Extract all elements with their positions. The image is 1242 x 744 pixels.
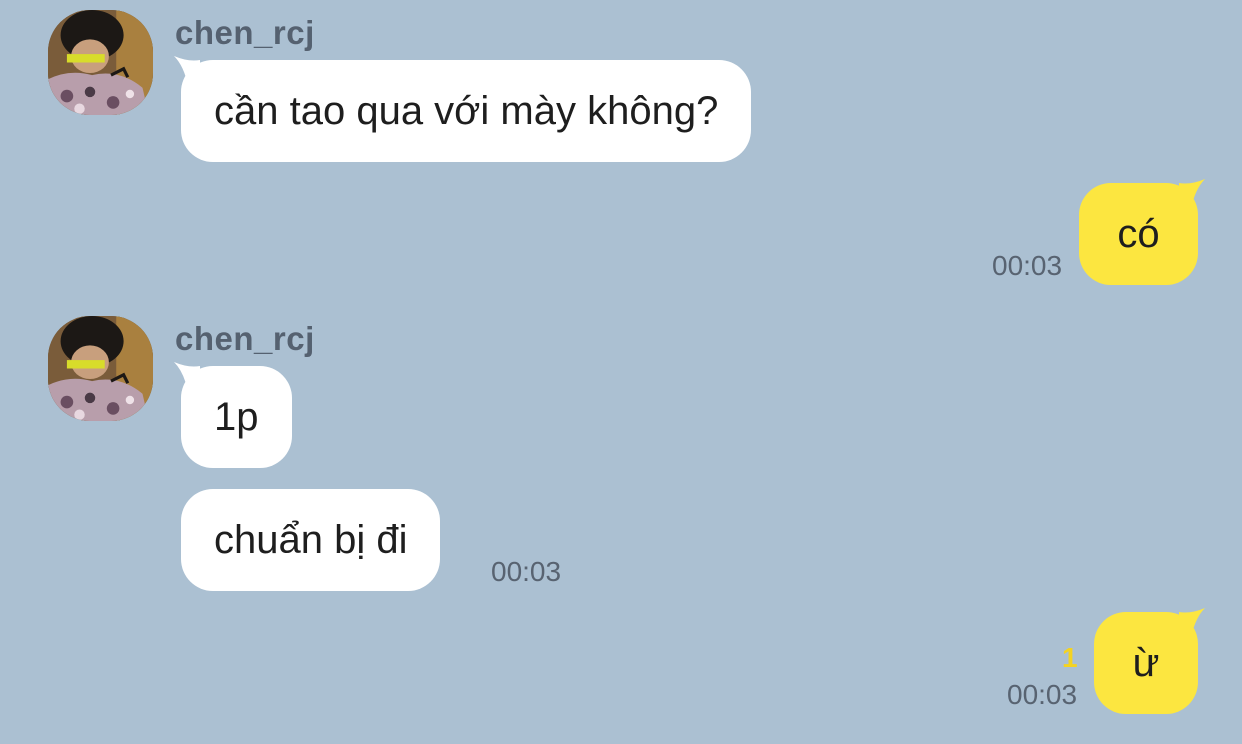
outgoing-message-bubble[interactable]: có [1079, 179, 1205, 285]
bubble-tail-icon [174, 56, 200, 86]
message-text: có [1117, 212, 1160, 256]
avatar-photo-icon [48, 316, 153, 421]
incoming-message-bubble[interactable]: chuẩn bị đi [181, 489, 441, 591]
outgoing-message-bubble[interactable]: ừ [1094, 608, 1205, 714]
sender-name: chen_rcj [175, 14, 315, 51]
message-text: 1p [214, 395, 259, 439]
avatar-photo-icon [48, 10, 153, 115]
message-timestamp: 00:03 [1007, 679, 1078, 710]
incoming-message-bubble[interactable]: 1p [174, 362, 292, 468]
sender-avatar[interactable] [48, 316, 153, 421]
message-text: cần tao qua với mày không? [214, 89, 719, 133]
sender-name: chen_rcj [175, 320, 315, 357]
message-text: ừ [1132, 641, 1160, 685]
message-timestamp: 00:03 [491, 556, 562, 587]
bubble-tail-icon [1179, 179, 1205, 209]
bubble-tail-icon [174, 362, 200, 392]
sender-avatar[interactable] [48, 10, 153, 115]
message-text: chuẩn bị đi [214, 518, 408, 562]
bubble-tail-icon [1179, 608, 1205, 638]
chat-message-list: chen_rcj cần tao qua với mày không? 00:0… [0, 0, 1242, 744]
message-timestamp: 00:03 [992, 250, 1063, 281]
unread-count: 1 [1062, 642, 1078, 673]
incoming-message-bubble[interactable]: cần tao qua với mày không? [174, 56, 752, 162]
